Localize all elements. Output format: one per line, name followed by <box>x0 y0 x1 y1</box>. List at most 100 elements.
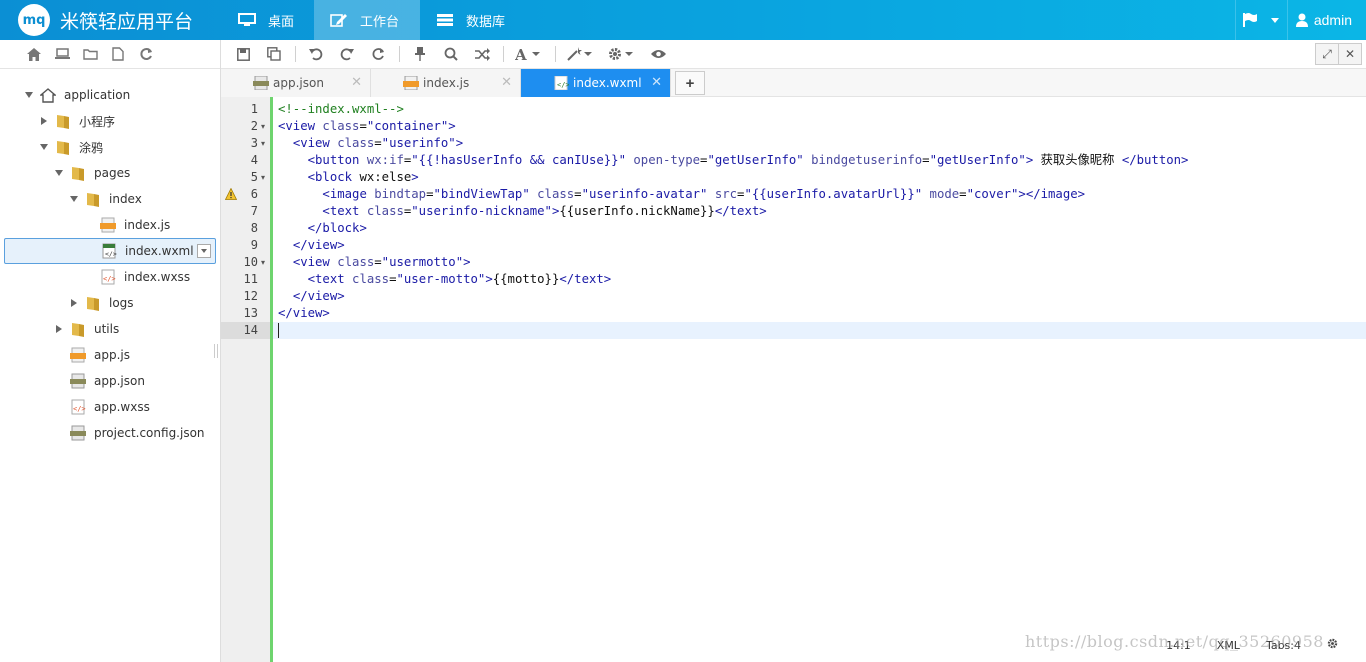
refresh-icon[interactable] <box>138 46 154 62</box>
code-line[interactable]: </view> <box>278 237 345 254</box>
line-number: 14 <box>221 322 270 339</box>
warning-icon[interactable] <box>224 187 238 200</box>
close-icon[interactable]: ✕ <box>501 75 512 90</box>
tab-index-wxml[interactable]: </> index.wxml ✕ <box>521 69 671 97</box>
tab-label: index.wxml <box>573 76 642 90</box>
shuffle-icon[interactable] <box>472 44 492 64</box>
code-line[interactable]: <view class="userinfo"> <box>278 135 463 152</box>
search-icon[interactable] <box>441 44 461 64</box>
expand-icon[interactable]: ⤢ <box>1315 43 1339 65</box>
add-tab-button[interactable]: + <box>675 71 705 95</box>
toolbar-separator <box>399 46 400 62</box>
user-menu[interactable]: admin <box>1286 0 1366 40</box>
wxss-file-icon: </> <box>70 399 86 415</box>
code-line[interactable]: <image bindtap="bindViewTap" class="user… <box>278 186 1085 203</box>
chevron-down-icon[interactable] <box>39 142 49 152</box>
folder-icon[interactable] <box>82 46 98 62</box>
tree-item[interactable]: 小程序 <box>0 108 220 134</box>
code-line[interactable]: <view class="usermotto"> <box>278 254 471 271</box>
chevron-right-icon[interactable] <box>69 298 79 308</box>
tab-index-js[interactable]: index.js ✕ <box>371 69 521 97</box>
redo-icon[interactable] <box>337 44 357 64</box>
undo-icon[interactable] <box>306 44 326 64</box>
tree-item-label: index.js <box>124 218 171 232</box>
sidebar-toolbar <box>0 40 220 69</box>
line-number: 1 <box>250 102 258 116</box>
tree-item[interactable]: index.js <box>0 212 220 238</box>
pin-icon[interactable] <box>410 44 430 64</box>
code-line[interactable]: <text class="userinfo-nickname">{{userIn… <box>278 203 766 220</box>
editor-toolbar: A ⤢ ✕ <box>221 40 1366 69</box>
preview-eye-icon[interactable] <box>648 44 668 64</box>
brand[interactable]: mq 米筷轻应用平台 <box>0 0 222 40</box>
code-line[interactable]: <block wx:else> <box>278 169 419 186</box>
line-number: 10 <box>243 255 258 269</box>
code-area[interactable]: 1 <!--index.wxml--> 2 ▾ <view class="contain… <box>221 97 1366 662</box>
close-icon[interactable]: ✕ <box>351 75 362 90</box>
nav-workbench[interactable]: 工作台 <box>314 0 420 40</box>
logo: mq <box>18 4 50 36</box>
resize-handle[interactable] <box>214 344 218 358</box>
code-line[interactable]: <!--index.wxml--> <box>278 101 404 118</box>
refresh-icon[interactable] <box>368 44 388 64</box>
tree-item[interactable]: application <box>0 82 220 108</box>
tree-item-label: app.json <box>94 374 145 388</box>
line-number: 9 <box>250 238 258 252</box>
line-number: 12 <box>243 289 258 303</box>
tree-item[interactable]: </> index.wxml <box>4 238 216 264</box>
tree-item[interactable]: logs <box>0 290 220 316</box>
font-dropdown[interactable]: A <box>514 44 544 64</box>
code-line[interactable]: <button wx:if="{{!hasUserInfo && canIUse… <box>278 152 1189 169</box>
notifications-button[interactable] <box>1234 0 1287 40</box>
tree-item[interactable]: pages <box>0 160 220 186</box>
computer-icon[interactable] <box>54 46 70 62</box>
code-line[interactable]: </view> <box>278 288 345 305</box>
save-icon[interactable] <box>233 44 253 64</box>
tree-item[interactable]: utils <box>0 316 220 342</box>
fold-toggle-icon[interactable]: ▾ <box>261 118 267 135</box>
chevron-right-icon[interactable] <box>39 116 49 126</box>
tab-app-json[interactable]: app.json ✕ <box>221 69 371 97</box>
tree-item[interactable]: </> index.wxss <box>0 264 220 290</box>
tree-item-label: app.js <box>94 348 130 362</box>
tree-item[interactable]: 涂鸦 <box>0 134 220 160</box>
watermark: https://blog.csdn.net/qq_35260958 <box>1025 632 1324 651</box>
nav-desktop[interactable]: 桌面 <box>222 0 314 40</box>
tree-item[interactable]: </> app.wxss <box>0 394 220 420</box>
gear-icon[interactable] <box>1327 638 1338 652</box>
code-line[interactable]: </block> <box>278 220 367 237</box>
fold-toggle-icon[interactable]: ▾ <box>261 135 267 152</box>
code-line[interactable]: <view class="container"> <box>278 118 456 135</box>
file-icon[interactable] <box>110 46 126 62</box>
top-bar: mq 米筷轻应用平台 桌面 工作台 数据库 admin <box>0 0 1366 40</box>
fold-toggle-icon[interactable]: ▾ <box>261 254 267 271</box>
code-line[interactable]: <text class="user-motto">{{motto}}</text… <box>278 271 612 288</box>
tree-item[interactable]: app.js <box>0 342 220 368</box>
chevron-down-icon[interactable] <box>54 168 64 178</box>
nav-database[interactable]: 数据库 <box>420 0 524 40</box>
nav-database-label: 数据库 <box>466 14 506 30</box>
json-file-icon <box>70 425 86 441</box>
toolbar-separator <box>503 46 504 62</box>
item-menu-dropdown[interactable] <box>197 244 211 258</box>
tree-item[interactable]: project.config.json <box>0 420 220 446</box>
tree-item-label: logs <box>109 296 134 310</box>
settings-dropdown[interactable] <box>607 44 637 64</box>
close-icon[interactable]: ✕ <box>651 75 662 90</box>
tree-item[interactable]: index <box>0 186 220 212</box>
save-all-icon[interactable] <box>264 44 284 64</box>
tree-item[interactable]: app.json <box>0 368 220 394</box>
close-icon[interactable]: ✕ <box>1338 43 1362 65</box>
chevron-right-icon[interactable] <box>54 324 64 334</box>
chevron-down-icon[interactable] <box>69 194 79 204</box>
js-file-icon <box>70 347 86 363</box>
tab-label: index.js <box>423 76 470 90</box>
tree-item-label: utils <box>94 322 120 336</box>
js-file-icon <box>100 217 116 233</box>
magic-wand-dropdown[interactable] <box>566 44 596 64</box>
chevron-down-icon[interactable] <box>24 90 34 100</box>
fold-toggle-icon[interactable]: ▾ <box>261 169 267 186</box>
code-line[interactable]: </view> <box>278 305 330 322</box>
home-icon[interactable] <box>26 46 42 62</box>
